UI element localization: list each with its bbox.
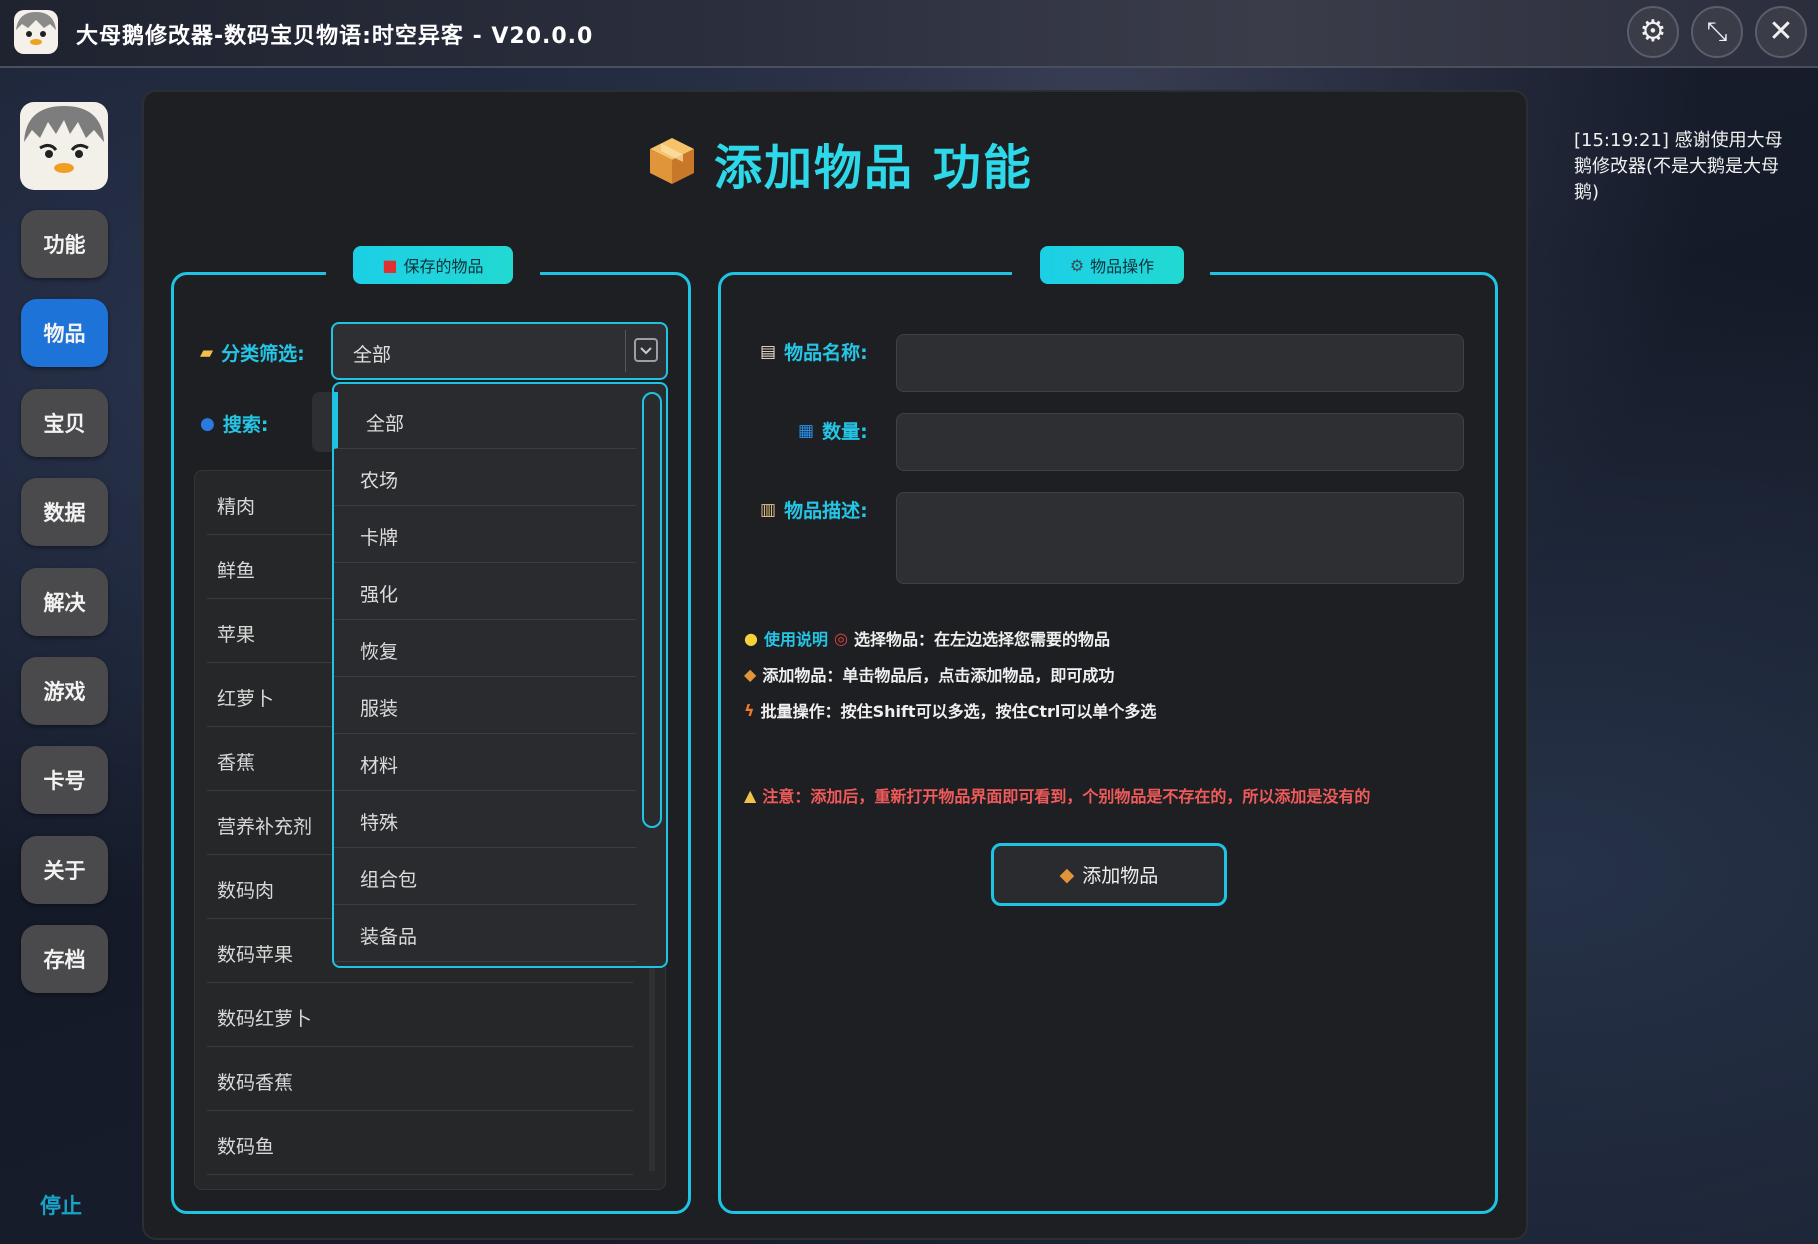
sidebar-item-items[interactable]: 物品 (21, 299, 108, 367)
item-name-label: ▤ 物品名称: (760, 341, 868, 365)
sidebar-item-about[interactable]: 关于 (21, 836, 108, 904)
package-icon (648, 136, 696, 190)
dropdown-option[interactable]: 强化 (334, 563, 636, 620)
item-description-label: ▥ 物品描述: (760, 499, 868, 523)
dropdown-option-all[interactable]: 全部 (334, 392, 636, 449)
folder-icon: ▰ (200, 342, 214, 363)
search-icon: ● (200, 413, 215, 434)
settings-button[interactable]: ⚙ (1627, 6, 1679, 58)
warning-text: ▲ 注意：添加后，重新打开物品界面即可看到，个别物品是不存在的，所以添加是没有的 (744, 785, 1371, 807)
lightbulb-icon: ● (744, 628, 758, 648)
usage-tip-2: ◆ 添加物品：单击物品后，点击添加物品，即可成功 (744, 664, 1115, 686)
chevron-down-icon (634, 338, 658, 362)
sidebar-item-digimon[interactable]: 宝贝 (21, 389, 108, 457)
log-output: [15:19:21] 感谢使用大母鹅修改器(不是大鹅是大母鹅) (1574, 130, 1783, 203)
lightning-icon: ϟ (744, 700, 755, 720)
dropdown-option[interactable]: 装备品 (334, 905, 636, 962)
category-filter-select[interactable]: 全部 (331, 322, 668, 380)
minimize-button[interactable]: ⤡ (1691, 6, 1743, 58)
dropdown-scrollbar[interactable] (642, 392, 662, 828)
target-icon: ◎ (833, 628, 848, 648)
category-dropdown[interactable]: 全部 农场 卡牌 强化 恢复 服装 材料 特殊 组合包 装备品 (332, 382, 668, 968)
sidebar-item-card[interactable]: 卡号 (21, 746, 108, 814)
stop-button[interactable]: 停止 (40, 1190, 82, 1220)
gear-icon: ⚙ (1639, 14, 1667, 49)
page-title: 添加物品 功能 (648, 128, 1033, 198)
tab-saved-items[interactable]: ■ 保存的物品 (353, 246, 513, 284)
tab-item-operations[interactable]: ⚙ 物品操作 (1040, 246, 1184, 284)
document-icon: ▤ (760, 341, 777, 362)
list-item[interactable]: 数码香蕉 (207, 1047, 633, 1111)
usage-tip-3: ϟ 批量操作：按住Shift可以多选，按住Ctrl可以单个多选 (744, 700, 1157, 722)
close-icon: ✕ (1768, 14, 1794, 49)
number-icon: ▦ (798, 420, 815, 441)
usage-tip-1: ● 使用说明 ◎ 选择物品：在左边选择您需要的物品 (744, 628, 1110, 650)
dropdown-option[interactable]: 卡牌 (334, 506, 636, 563)
sidebar-item-save[interactable]: 存档 (21, 925, 108, 993)
package-icon: ◆ (744, 664, 757, 684)
dropdown-option[interactable]: 特殊 (334, 791, 636, 848)
sidebar-item-game[interactable]: 游戏 (21, 657, 108, 725)
list-item[interactable]: 数码鱼 (207, 1111, 633, 1175)
filter-label: ▰ 分类筛选: (200, 342, 305, 366)
bag-icon: ■ (382, 255, 398, 275)
item-description-field[interactable] (896, 492, 1464, 584)
sidebar-item-solve[interactable]: 解决 (21, 568, 108, 636)
item-name-field[interactable] (896, 334, 1464, 392)
dropdown-option[interactable]: 恢复 (334, 620, 636, 677)
package-icon: ◆ (1059, 863, 1075, 886)
sidebar-item-data[interactable]: 数据 (21, 478, 108, 546)
dropdown-option[interactable]: 服装 (334, 677, 636, 734)
warning-icon: ▲ (744, 785, 757, 805)
search-label: ● 搜索: (200, 413, 269, 437)
quantity-field[interactable] (896, 413, 1464, 471)
clipboard-icon: ▥ (760, 499, 777, 520)
quantity-label: ▦ 数量: (798, 420, 868, 444)
list-item[interactable]: 数码红萝卜 (207, 983, 633, 1047)
title-bar: 大母鹅修改器-数码宝贝物语:时空异客 - V20.0.0 ⚙ ⤡ ✕ (0, 0, 1818, 68)
gear-icon: ⚙ (1069, 255, 1085, 275)
app-logo (14, 10, 58, 54)
shrink-icon: ⤡ (1706, 17, 1728, 47)
sidebar-item-function[interactable]: 功能 (21, 210, 108, 278)
close-button[interactable]: ✕ (1755, 6, 1807, 58)
dropdown-option[interactable]: 组合包 (334, 848, 636, 905)
window-title: 大母鹅修改器-数码宝贝物语:时空异客 - V20.0.0 (76, 24, 594, 49)
dropdown-option[interactable]: 农场 (334, 449, 636, 506)
dropdown-option[interactable]: 材料 (334, 734, 636, 791)
avatar (20, 102, 108, 190)
add-item-button[interactable]: ◆ 添加物品 (991, 843, 1227, 906)
